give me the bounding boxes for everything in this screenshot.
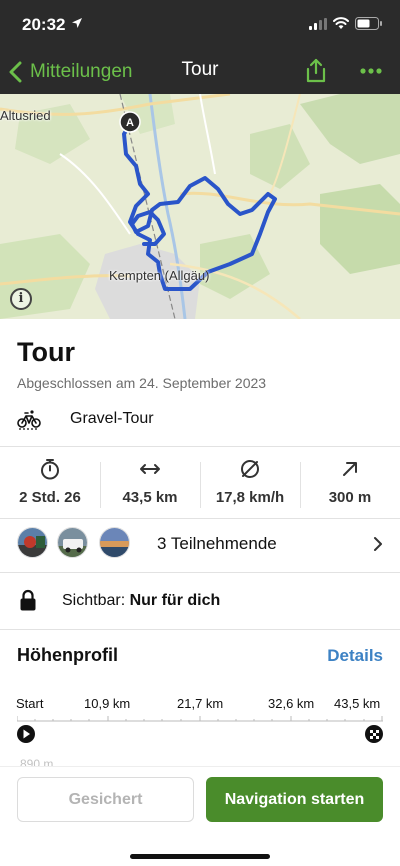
elevation-profile[interactable]: Start 10,9 km 21,7 km 32,6 km 43,5 km 89… xyxy=(0,694,400,771)
share-icon[interactable] xyxy=(304,58,328,84)
sport-type-label: Gravel-Tour xyxy=(70,410,154,427)
ascent-arrow-icon xyxy=(343,462,357,476)
map-info-button[interactable]: i xyxy=(10,288,32,310)
map-canvas: A xyxy=(0,94,400,319)
tick-label: 10,9 km xyxy=(84,696,131,711)
bottom-action-bar: Gesichert Navigation starten xyxy=(0,766,400,866)
battery-icon xyxy=(355,17,382,30)
avatar xyxy=(57,527,88,558)
avatar xyxy=(17,527,48,558)
route-map[interactable]: A Altusried Kempten (Allgäu) i xyxy=(0,94,400,319)
participants-label: 3 Teilnehmende xyxy=(157,534,277,553)
tour-title: Tour xyxy=(17,337,75,367)
start-navigation-button[interactable]: Navigation starten xyxy=(206,777,383,822)
tick-label: 43,5 km xyxy=(334,696,381,711)
map-label-kempten: Kempten (Allgäu) xyxy=(109,268,210,283)
divider xyxy=(0,629,400,630)
visibility-value: Nur für dich xyxy=(129,592,221,609)
home-indicator xyxy=(130,854,270,859)
chevron-left-icon xyxy=(9,61,22,83)
signal-icon xyxy=(309,18,327,30)
visibility-row[interactable]: Sichtbar: Nur für dich xyxy=(0,585,400,617)
start-marker: A xyxy=(126,117,134,129)
status-time: 20:32 xyxy=(22,15,66,34)
avatar-image xyxy=(58,528,87,557)
back-button-label: Mitteilungen xyxy=(30,61,133,82)
bicycle-icon xyxy=(17,410,41,430)
stat-duration-value: 2 Std. 26 xyxy=(19,489,81,506)
distance-axis xyxy=(17,716,383,722)
lock-icon xyxy=(20,589,36,611)
stat-ascent: 300 m xyxy=(300,458,400,506)
distance-arrows-icon xyxy=(140,464,160,474)
average-speed-icon xyxy=(241,460,259,478)
divider xyxy=(0,446,400,447)
tick-label: Start xyxy=(16,696,44,711)
tick-label: 32,6 km xyxy=(268,696,315,711)
top-bar: 20:32 Mitteilungen Tour xyxy=(0,0,400,94)
stat-distance: 43,5 km xyxy=(100,458,200,506)
stat-average-speed: 17,8 km/h xyxy=(200,458,300,506)
stat-duration: 2 Std. 26 xyxy=(0,458,100,506)
finish-flag-icon xyxy=(365,725,383,743)
tick-label: 21,7 km xyxy=(177,696,224,711)
elevation-details-link[interactable]: Details xyxy=(327,646,383,666)
location-arrow-icon xyxy=(72,18,82,28)
visibility-text: Sichtbar: Nur für dich xyxy=(62,592,220,610)
stat-distance-value: 43,5 km xyxy=(122,489,178,506)
chevron-right-icon xyxy=(374,537,382,551)
completed-date: Abgeschlossen am 24. September 2023 xyxy=(17,375,267,391)
elevation-title: Höhenprofil xyxy=(17,645,118,665)
avatar-image xyxy=(18,528,47,557)
navigation-bar: Mitteilungen Tour xyxy=(0,50,400,94)
status-bar: 20:32 xyxy=(0,0,400,50)
visibility-prefix: Sichtbar: xyxy=(62,592,126,609)
avatar-image xyxy=(100,528,129,557)
stopwatch-icon xyxy=(41,459,59,480)
participants-row[interactable]: 3 Teilnehmende xyxy=(0,518,400,570)
saved-button[interactable]: Gesichert xyxy=(17,777,194,822)
avatar xyxy=(99,527,130,558)
start-flag-icon xyxy=(17,725,35,743)
stat-average-speed-value: 17,8 km/h xyxy=(215,489,285,506)
wifi-icon xyxy=(333,17,349,29)
stat-ascent-value: 300 m xyxy=(328,489,372,506)
map-label-altusried: Altusried xyxy=(0,108,51,123)
divider xyxy=(0,572,400,573)
more-icon[interactable] xyxy=(359,64,383,78)
sport-type-row: Gravel-Tour xyxy=(17,404,387,434)
back-button[interactable]: Mitteilungen xyxy=(8,56,132,88)
